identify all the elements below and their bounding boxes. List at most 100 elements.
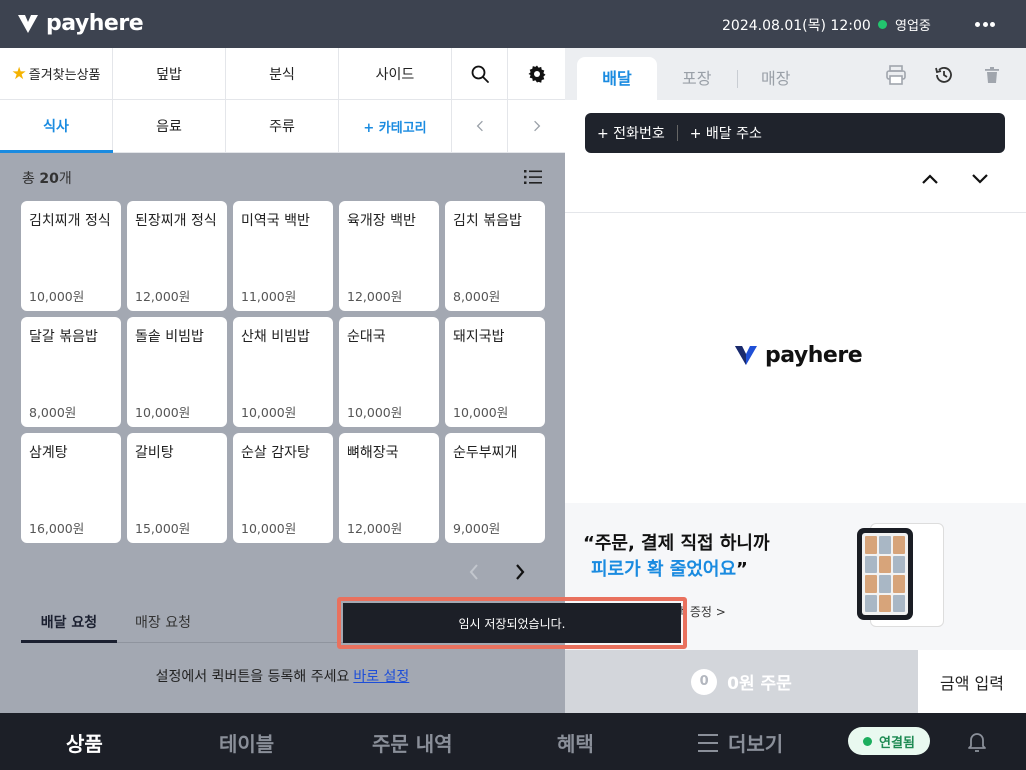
category-side[interactable]: 사이드 xyxy=(339,48,452,99)
banner-line-2: 피로가 확 줄었어요” xyxy=(591,555,748,581)
product-card[interactable]: 김치 볶음밥 8,000원 xyxy=(445,201,545,311)
tab-delivery-request[interactable]: 배달 요청 xyxy=(21,613,117,643)
nav-order-history[interactable]: 주문 내역 xyxy=(372,728,453,757)
product-name: 돌솥 비빔밥 xyxy=(135,329,204,345)
product-card[interactable]: 달갈 볶음밥 8,000원 xyxy=(21,317,121,427)
add-category-button[interactable]: + 카테고리 xyxy=(339,100,452,152)
category-favorites[interactable]: ★ 즐겨찾는상품 xyxy=(0,48,113,99)
product-card[interactable]: 육개장 백반 12,000원 xyxy=(339,201,439,311)
tablet-illustration xyxy=(857,528,913,620)
section-divider xyxy=(565,212,1026,213)
list-view-icon[interactable] xyxy=(524,169,542,185)
tab-dine-in[interactable]: 매장 xyxy=(761,57,790,100)
logo-mark-icon xyxy=(18,14,38,33)
connection-label: 연결됨 xyxy=(879,735,915,751)
current-datetime: 2024.08.01(목) 12:00 xyxy=(722,18,871,34)
quick-button-message: 설정에서 퀵버튼을 등록해 주세요 바로 설정 xyxy=(0,666,565,686)
gear-icon xyxy=(528,65,545,83)
connected-dot-icon xyxy=(863,736,873,746)
tab-divider xyxy=(737,70,738,88)
category-drinks[interactable]: 음료 xyxy=(113,100,226,152)
product-card[interactable]: 갈비탕 15,000원 xyxy=(127,433,227,543)
product-name: 순살 감자탕 xyxy=(241,445,310,461)
product-price: 10,000원 xyxy=(347,405,403,420)
toast-highlight: 임시 저장되었습니다. xyxy=(337,597,687,649)
product-card[interactable]: 산채 비빔밥 10,000원 xyxy=(233,317,333,427)
product-price: 8,000원 xyxy=(453,289,501,304)
page-prev-icon[interactable] xyxy=(466,562,482,582)
more-menu-icon[interactable] xyxy=(973,12,997,36)
search-icon xyxy=(471,65,489,83)
category-next-button[interactable] xyxy=(508,100,565,152)
category-prev-button[interactable] xyxy=(452,100,508,152)
payhere-logo: payhere xyxy=(16,11,144,36)
order-button[interactable]: 0 0원 주문 xyxy=(565,650,918,713)
product-name: 김치찌개 정식 xyxy=(29,213,111,229)
nav-tables[interactable]: 테이블 xyxy=(219,728,274,757)
tab-store-request[interactable]: 매장 요청 xyxy=(135,613,191,643)
product-name: 육개장 백반 xyxy=(347,213,416,229)
product-card[interactable]: 돼지국밥 10,000원 xyxy=(445,317,545,427)
product-card[interactable]: 삼계탕 16,000원 xyxy=(21,433,121,543)
product-card[interactable]: 순두부찌개 9,000원 xyxy=(445,433,545,543)
amount-input-button[interactable]: 금액 입력 xyxy=(918,650,1026,713)
product-card[interactable]: 순살 감자탕 10,000원 xyxy=(233,433,333,543)
category-snack[interactable]: 분식 xyxy=(226,48,339,99)
product-name: 된장찌개 정식 xyxy=(135,213,217,229)
go-settings-link[interactable]: 바로 설정 xyxy=(353,669,409,685)
nav-benefits[interactable]: 혜택 xyxy=(557,728,594,757)
page-next-icon[interactable] xyxy=(512,562,528,582)
category-alcohol[interactable]: 주류 xyxy=(226,100,339,152)
star-icon: ★ xyxy=(11,63,27,84)
product-total: 총 20개 xyxy=(22,168,72,188)
nav-products[interactable]: 상품 xyxy=(66,728,103,757)
top-bar: payhere 2024.08.01(목) 12:00 영업중 xyxy=(0,0,1026,48)
settings-button[interactable] xyxy=(508,48,565,99)
status-dot-icon xyxy=(878,20,887,29)
product-card[interactable]: 김치찌개 정식 10,000원 xyxy=(21,201,121,311)
total-suffix: 개 xyxy=(58,171,72,187)
print-icon[interactable] xyxy=(885,64,907,86)
brand-logo-icon xyxy=(735,346,757,365)
product-card[interactable]: 순대국 10,000원 xyxy=(339,317,439,427)
product-name: 뼈해장국 xyxy=(347,445,399,461)
bottom-nav: 상품 테이블 주문 내역 혜택 더보기 연결됨 xyxy=(0,713,1026,770)
tab-delivery[interactable]: 배달 xyxy=(577,57,657,100)
category-row-2: 식사 음료 주류 + 카테고리 xyxy=(0,100,565,153)
product-card[interactable]: 미역국 백반 11,000원 xyxy=(233,201,333,311)
product-card[interactable]: 돌솥 비빔밥 10,000원 xyxy=(127,317,227,427)
business-status-label: 영업중 xyxy=(895,19,931,34)
category-meal[interactable]: 식사 xyxy=(0,100,113,153)
total-count: 20 xyxy=(39,171,59,187)
product-name: 순두부찌개 xyxy=(453,445,518,461)
delivery-info-bar: + 전화번호 + 배달 주소 xyxy=(585,113,1005,153)
banner-quote-close: ” xyxy=(736,559,748,580)
payhere-brand: payhere xyxy=(733,342,863,368)
search-button[interactable] xyxy=(452,48,508,99)
product-name: 갈비탕 xyxy=(135,445,174,461)
product-price: 12,000원 xyxy=(135,289,191,304)
category-label: 즐겨찾는상품 xyxy=(28,68,101,83)
history-icon[interactable] xyxy=(933,64,955,86)
bell-icon[interactable] xyxy=(965,729,989,753)
chevron-up-icon[interactable] xyxy=(921,172,939,186)
product-price: 10,000원 xyxy=(241,521,297,536)
product-price: 12,000원 xyxy=(347,521,403,536)
product-price: 15,000원 xyxy=(135,521,191,536)
product-name: 순대국 xyxy=(347,329,386,345)
add-phone-button[interactable]: + 전화번호 xyxy=(597,123,665,143)
logo-text: payhere xyxy=(46,11,144,36)
banner-highlight: 피로가 확 줄었어요 xyxy=(591,559,737,580)
quick-button-text: 설정에서 퀵버튼을 등록해 주세요 xyxy=(155,669,350,685)
product-card[interactable]: 뼈해장국 12,000원 xyxy=(339,433,439,543)
nav-more[interactable]: 더보기 xyxy=(698,728,783,757)
tab-takeout[interactable]: 포장 xyxy=(682,57,711,100)
trash-icon[interactable] xyxy=(981,64,1003,86)
connection-status[interactable]: 연결됨 xyxy=(848,727,930,755)
chevron-down-icon[interactable] xyxy=(971,172,989,186)
product-name: 돼지국밥 xyxy=(453,329,505,345)
product-card[interactable]: 된장찌개 정식 12,000원 xyxy=(127,201,227,311)
category-rice-bowl[interactable]: 덮밥 xyxy=(113,48,226,99)
product-name: 산채 비빔밥 xyxy=(241,329,310,345)
add-address-button[interactable]: + 배달 주소 xyxy=(690,123,762,143)
